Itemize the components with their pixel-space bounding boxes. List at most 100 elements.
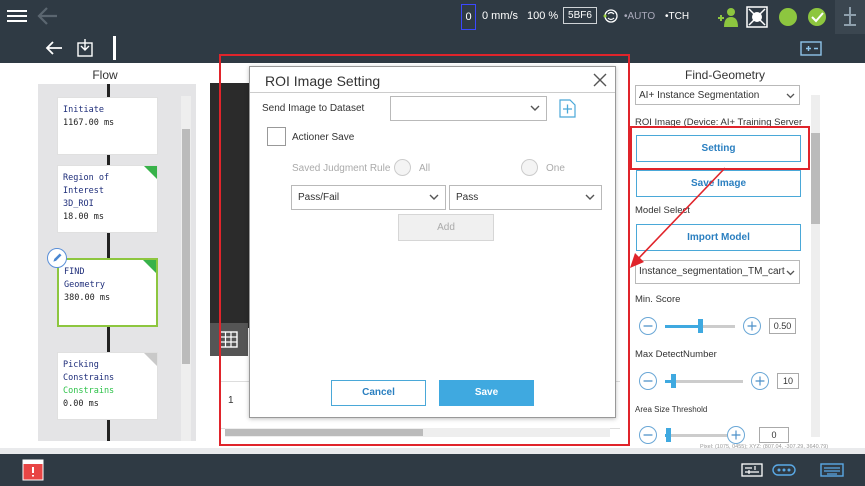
area-size-value[interactable]: 0 (759, 427, 789, 443)
back-arrow-icon[interactable] (36, 5, 60, 27)
io-panel-icon[interactable] (740, 462, 764, 478)
flow-title: Flow (92, 68, 118, 82)
plus-icon[interactable] (743, 317, 761, 335)
cancel-button[interactable]: Cancel (331, 380, 426, 406)
close-icon[interactable] (592, 72, 608, 88)
add-button[interactable]: Add (398, 214, 494, 241)
judgment-value-select[interactable]: Pass (449, 185, 602, 210)
area-size-slider[interactable]: 0 (635, 425, 805, 445)
chevron-down-icon (530, 105, 540, 111)
plus-icon[interactable] (751, 372, 769, 390)
robot-icon[interactable] (838, 5, 862, 29)
actioner-save-checkbox[interactable] (267, 127, 286, 146)
panel-title: Find-Geometry (684, 68, 766, 82)
judgment-value-value: Pass (456, 192, 479, 203)
toolbar-separator (113, 36, 116, 60)
minus-icon[interactable] (639, 372, 657, 390)
user-icon[interactable] (716, 5, 740, 29)
node-subtitle: 3D_ROI (63, 199, 94, 209)
node-time: 18.00 ms (63, 212, 104, 222)
flow-scrollbar[interactable] (181, 96, 191, 441)
menu-icon[interactable] (7, 7, 27, 25)
table-view-button[interactable] (210, 323, 248, 356)
keyboard-icon[interactable] (820, 462, 844, 478)
node-corner-marker (144, 353, 157, 366)
minus-icon[interactable] (639, 426, 657, 444)
slider-track[interactable] (665, 434, 727, 437)
slider-knob[interactable] (698, 319, 703, 333)
model-select[interactable]: Instance_segmentation_TM_carton (635, 260, 800, 284)
flow-scroll-thumb[interactable] (182, 129, 190, 364)
slider-knob[interactable] (666, 428, 672, 442)
plus-icon[interactable] (727, 426, 745, 444)
flow-node-region-of-interest[interactable]: Region of Interest 3D_ROI 18.00 ms (57, 165, 158, 233)
setting-button[interactable]: Setting (636, 135, 801, 162)
slider-track[interactable] (665, 380, 743, 383)
min-score-slider[interactable]: 0.50 (635, 316, 805, 336)
radio-all-label: All (419, 163, 431, 174)
table-cell: 1 (228, 395, 234, 406)
slider-fill (665, 325, 700, 328)
mode-select[interactable]: AI+ Instance Segmentation (635, 85, 800, 105)
max-detect-label: Max DetectNumber (635, 349, 717, 360)
send-dataset-label: Send Image to Dataset (262, 103, 365, 114)
judgment-type-select[interactable]: Pass/Fail (291, 185, 446, 210)
mode-auto-label[interactable]: •AUTO (624, 11, 655, 22)
top-status-bar: 0 0 mm/s 100 % 5BF6 •AUTO •TCH (0, 0, 865, 34)
slider-knob[interactable] (670, 374, 676, 388)
model-select-label: Model Select (635, 205, 690, 216)
import-model-button[interactable]: Import Model (636, 224, 801, 251)
saved-rule-label: Saved Judgment Rule (292, 163, 391, 174)
radio-all[interactable] (394, 159, 411, 176)
max-detect-value[interactable]: 10 (777, 373, 799, 389)
node-title: Initiate (63, 105, 104, 115)
node-title: FIND (64, 267, 85, 277)
chevron-down-icon (785, 90, 796, 101)
min-score-label: Min. Score (635, 294, 681, 305)
flow-node-picking-constrains[interactable]: Picking Constrains Constrains 0.00 ms (57, 352, 158, 420)
mode-switch-icon[interactable] (603, 8, 619, 24)
save-project-icon[interactable] (76, 38, 94, 58)
flow-node-initiate[interactable]: Initiate 1167.00 ms (57, 97, 158, 155)
save-image-button[interactable]: Save Image (636, 170, 801, 197)
radio-one[interactable] (521, 159, 538, 176)
layout-toggle-icon[interactable] (800, 41, 822, 56)
panel-scrollbar[interactable] (811, 95, 820, 437)
add-dataset-icon[interactable] (557, 99, 576, 118)
chevron-down-icon (785, 267, 796, 278)
canvas-hscrollbar[interactable] (225, 428, 610, 437)
radio-one-label: One (546, 163, 565, 174)
back-icon[interactable] (44, 39, 64, 57)
node-time: 1167.00 ms (63, 118, 115, 128)
panel-scroll-thumb[interactable] (811, 133, 820, 224)
network-icon[interactable] (772, 462, 796, 478)
dataset-select[interactable] (390, 96, 547, 121)
vision-icon[interactable] (745, 5, 769, 29)
node-subtitle: Constrains (63, 386, 115, 396)
mode-tch-label[interactable]: •TCH (665, 11, 689, 22)
speed-readout: 0 mm/s (482, 10, 519, 22)
node-corner-marker (144, 166, 157, 179)
flow-node-find-geometry[interactable]: FIND Geometry 380.00 ms (57, 258, 158, 327)
model-select-value: Instance_segmentation_TM_carton (639, 266, 796, 277)
min-score-value[interactable]: 0.50 (769, 318, 796, 334)
canvas-hscroll-thumb[interactable] (225, 429, 423, 436)
panel-body: AI+ Instance Segmentation ROI Image (Dev… (630, 85, 820, 448)
dialog-title: ROI Image Setting (265, 73, 381, 89)
node-corner-marker (143, 260, 156, 273)
node-title: Region of Interest (63, 173, 110, 196)
speed-percent[interactable]: 100 % (527, 10, 558, 22)
flow-panel: Flow Initiate 1167.00 ms Region of Inter… (0, 63, 210, 448)
project-code: 5BF6 (563, 7, 597, 24)
area-size-label: Area Size Threshold (635, 405, 708, 414)
camera-image[interactable] (210, 83, 250, 328)
status-green-icon[interactable] (776, 5, 800, 29)
grid-icon (219, 331, 238, 348)
roi-image-setting-dialog: ROI Image Setting Send Image to Dataset … (249, 66, 616, 418)
max-detect-slider[interactable]: 10 (635, 371, 805, 391)
minus-icon[interactable] (639, 317, 657, 335)
robot-check-icon[interactable] (805, 5, 829, 29)
save-button[interactable]: Save (439, 380, 534, 406)
edit-pencil-icon[interactable] (47, 248, 67, 268)
error-log-icon[interactable] (22, 459, 44, 481)
